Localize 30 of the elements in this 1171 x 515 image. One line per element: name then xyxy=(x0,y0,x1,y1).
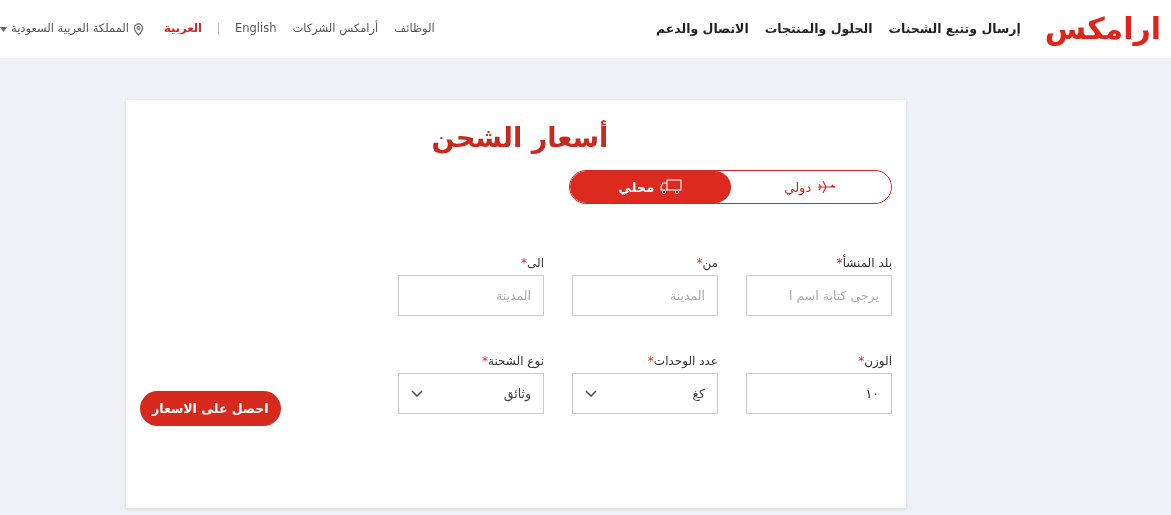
logo[interactable]: ارامكس xyxy=(1044,14,1161,44)
country-selector[interactable]: المملكة العربية السعودية xyxy=(0,20,144,38)
chevron-down-icon xyxy=(411,389,423,398)
input-field[interactable]: المدينة xyxy=(572,275,718,317)
nav-link[interactable]: الاتصال والدعم xyxy=(655,19,749,39)
page-title: أسعار الشحن xyxy=(430,122,610,155)
truck-icon xyxy=(660,179,683,196)
nav-link[interactable]: الحلول والمنتجات xyxy=(764,19,873,39)
field-label: عدد الوحدات* xyxy=(646,353,718,371)
field-label: من* xyxy=(695,255,718,273)
input-field[interactable]: المدينة xyxy=(398,275,544,317)
field-label: نوع الشحنة* xyxy=(481,353,544,371)
field-label: الى* xyxy=(520,255,544,273)
nav-link[interactable]: إرسال وتتبع الشحنات xyxy=(888,19,1021,39)
language-link[interactable]: English xyxy=(234,20,277,38)
field-label: بلد المنشأ* xyxy=(835,254,892,273)
chevron-down-icon xyxy=(585,389,597,398)
plane-icon xyxy=(817,180,838,195)
dropdown[interactable]: وثائق xyxy=(398,373,544,415)
dropdown[interactable]: كغ xyxy=(572,373,718,415)
caret-icon xyxy=(0,26,7,32)
top-link[interactable]: الوظائف xyxy=(394,20,435,38)
input-field[interactable]: ١٠ xyxy=(746,373,892,415)
input-field[interactable]: يرجى كتابة اسم ا xyxy=(746,275,892,317)
get-rates-button[interactable]: احصل على الاسعار xyxy=(140,391,281,427)
shipping-type-tab[interactable]: محلي xyxy=(570,171,731,204)
field-label: الوزن* xyxy=(857,353,892,371)
top-link[interactable]: أرامكس الشركات xyxy=(292,20,379,38)
language-link[interactable]: العربية xyxy=(164,20,202,38)
location-pin-icon xyxy=(133,22,144,36)
